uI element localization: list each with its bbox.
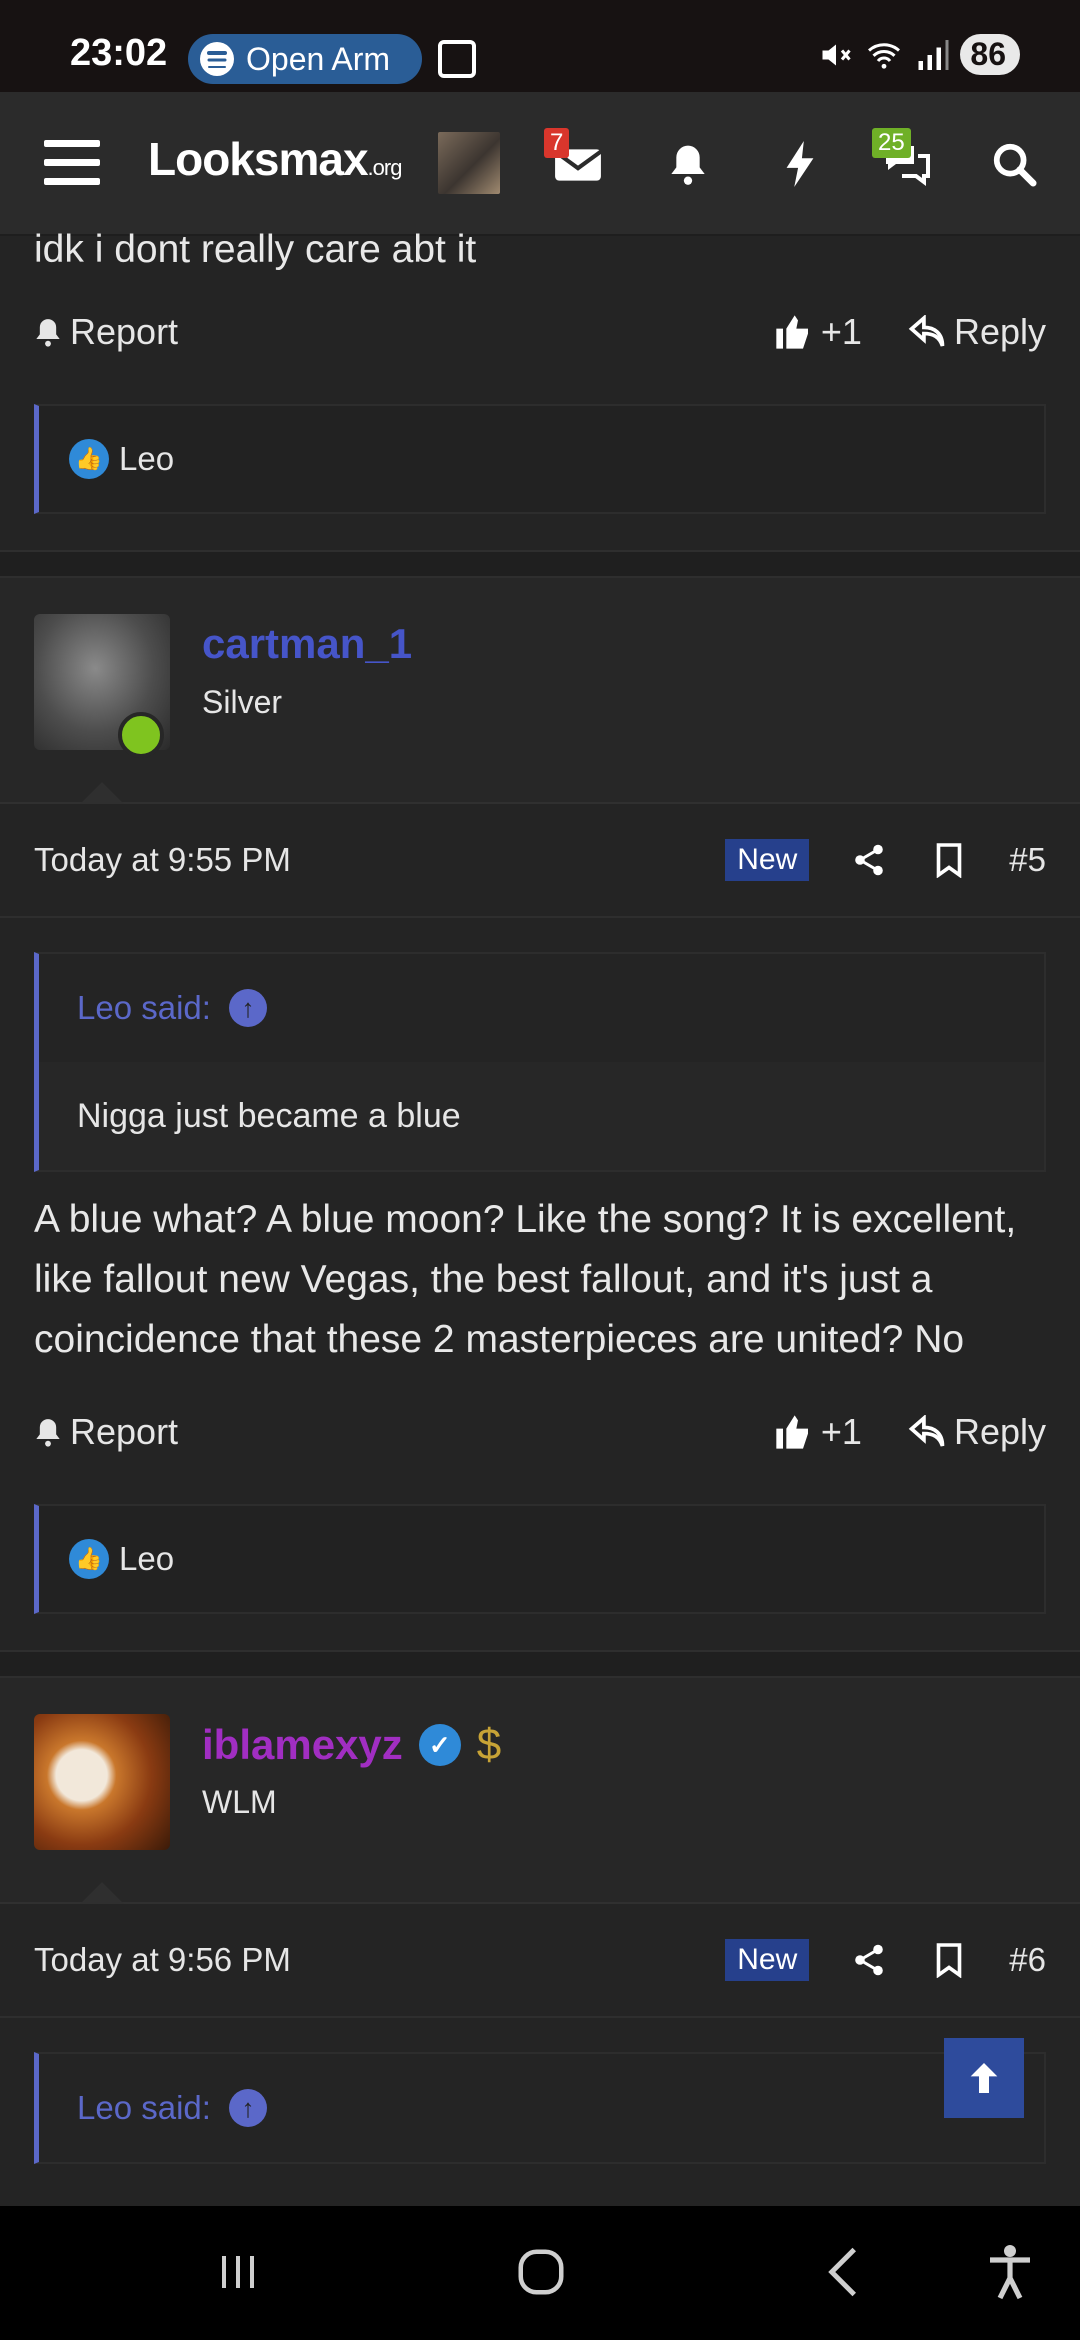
- site-logo[interactable]: Looksmax.org: [148, 132, 403, 186]
- bookmark-icon[interactable]: [929, 1940, 969, 1980]
- logo-suffix: .org: [367, 155, 403, 180]
- post-meta: Today at 9:56 PM New #6: [0, 1904, 1080, 2018]
- report-button[interactable]: Report: [34, 311, 178, 353]
- reply-label: Reply: [953, 311, 1046, 352]
- post-body: A blue what? A blue moon? Like the song?…: [34, 1198, 1017, 1361]
- wifi-icon: [868, 42, 901, 69]
- share-icon[interactable]: [849, 1940, 889, 1980]
- bookmark-icon[interactable]: [929, 840, 969, 880]
- username-row: iblamexyz ✓ $: [202, 1720, 501, 1770]
- media-chip[interactable]: Open Arm: [188, 34, 422, 84]
- status-bar: 23:02 Open Arm 86: [0, 0, 1080, 92]
- bell-icon: [36, 319, 60, 347]
- new-badge: New: [725, 839, 810, 881]
- post-timestamp[interactable]: Today at 9:56 PM: [34, 1941, 291, 1979]
- status-icons: 86: [818, 34, 1020, 75]
- report-label: Report: [70, 1411, 179, 1452]
- post-timestamp[interactable]: Today at 9:55 PM: [34, 841, 291, 879]
- share-icon[interactable]: [849, 840, 889, 880]
- quote-text: Nigga just became a blue: [39, 1062, 1044, 1170]
- accessibility-icon[interactable]: [982, 2236, 1038, 2308]
- avatar[interactable]: [438, 132, 500, 194]
- post-divider: [0, 1650, 1080, 1678]
- arrow-up-icon[interactable]: ↑: [228, 989, 267, 1027]
- back-button[interactable]: [818, 2236, 868, 2308]
- logo-text: Looksmax: [148, 133, 369, 185]
- menu-icon[interactable]: [44, 140, 100, 186]
- reaction-users: Leo: [119, 1540, 175, 1577]
- post-body: idk i dont really care abt it: [34, 228, 477, 271]
- thread-content: idk i dont really care abt it Report +1 …: [0, 228, 1080, 2164]
- bell-icon[interactable]: [660, 136, 716, 192]
- post-author-block: iblamexyz ✓ $ WLM: [0, 1678, 1080, 1904]
- arrow-up-icon[interactable]: ↑: [228, 2089, 267, 2127]
- verified-icon: ✓: [418, 1724, 461, 1766]
- post-pointer: [80, 782, 124, 804]
- post-actions: Report +1 Reply: [0, 282, 1080, 382]
- reply-button[interactable]: Reply: [908, 1411, 1046, 1453]
- reactions-bar[interactable]: 👍 Leo: [34, 404, 1046, 514]
- reply-icon: [908, 315, 945, 347]
- recent-apps-button[interactable]: [206, 2236, 270, 2308]
- search-icon[interactable]: [986, 136, 1042, 192]
- quote-header[interactable]: Leo said: ↑: [39, 954, 1044, 1062]
- like-reaction-icon: 👍: [69, 1539, 109, 1579]
- quote-block: Leo said: ↑: [34, 2052, 1046, 2164]
- username[interactable]: cartman_1: [202, 620, 412, 668]
- like-count: +1: [820, 311, 862, 352]
- like-button[interactable]: +1: [773, 311, 862, 353]
- online-indicator: [118, 712, 164, 758]
- thumbs-up-icon: [776, 1415, 808, 1449]
- avatar[interactable]: [34, 1714, 170, 1850]
- top-navbar: Looksmax.org 7 25: [0, 92, 1080, 236]
- quote-author: Leo said:: [77, 989, 211, 1026]
- post-number[interactable]: #6: [1009, 1941, 1046, 1979]
- report-button[interactable]: Report: [34, 1411, 178, 1453]
- lightning-icon[interactable]: [772, 136, 828, 192]
- status-time: 23:02: [70, 32, 168, 74]
- inbox-badge: 7: [544, 128, 570, 158]
- spotify-icon: [200, 42, 234, 76]
- reply-icon: [908, 1415, 945, 1447]
- mute-icon: [822, 44, 852, 65]
- post-author-block: cartman_1 Silver: [0, 578, 1080, 804]
- battery-indicator: 86: [960, 34, 1020, 75]
- bell-icon: [36, 1419, 60, 1447]
- post-divider: [0, 550, 1080, 578]
- like-button[interactable]: +1: [773, 1411, 862, 1453]
- user-rank: Silver: [202, 684, 283, 720]
- screenshot-icon: [438, 40, 476, 78]
- scroll-to-top-button[interactable]: [944, 2038, 1024, 2118]
- user-rank: WLM: [202, 1784, 277, 1820]
- home-button[interactable]: [506, 2236, 576, 2308]
- post-meta: Today at 9:55 PM New #5: [0, 804, 1080, 918]
- thumbs-up-icon: [776, 315, 808, 349]
- like-reaction-icon: 👍: [69, 439, 109, 479]
- reply-button[interactable]: Reply: [908, 311, 1046, 353]
- quote-block: Leo said: ↑ Nigga just became a blue: [34, 952, 1046, 1172]
- post-pointer: [80, 1882, 124, 1904]
- quote-header[interactable]: Leo said: ↑: [39, 2054, 1044, 2162]
- reply-label: Reply: [953, 1411, 1046, 1452]
- reactions-bar[interactable]: 👍 Leo: [34, 1504, 1046, 1614]
- post-number[interactable]: #5: [1009, 841, 1046, 879]
- system-navigation-bar: [0, 2206, 1080, 2340]
- dollar-icon: $: [476, 1720, 502, 1769]
- quote-author: Leo said:: [77, 2089, 211, 2126]
- arrow-up-icon: [970, 2063, 998, 2093]
- report-label: Report: [70, 311, 179, 352]
- new-badge: New: [725, 1939, 810, 1981]
- username[interactable]: iblamexyz: [202, 1721, 403, 1769]
- media-label: Open Arm: [246, 40, 391, 77]
- post-actions: Report +1 Reply: [0, 1382, 1080, 1482]
- chat-badge: 25: [872, 128, 911, 158]
- like-count: +1: [820, 1411, 862, 1452]
- reaction-users: Leo: [119, 440, 175, 477]
- signal-icon: [918, 39, 949, 70]
